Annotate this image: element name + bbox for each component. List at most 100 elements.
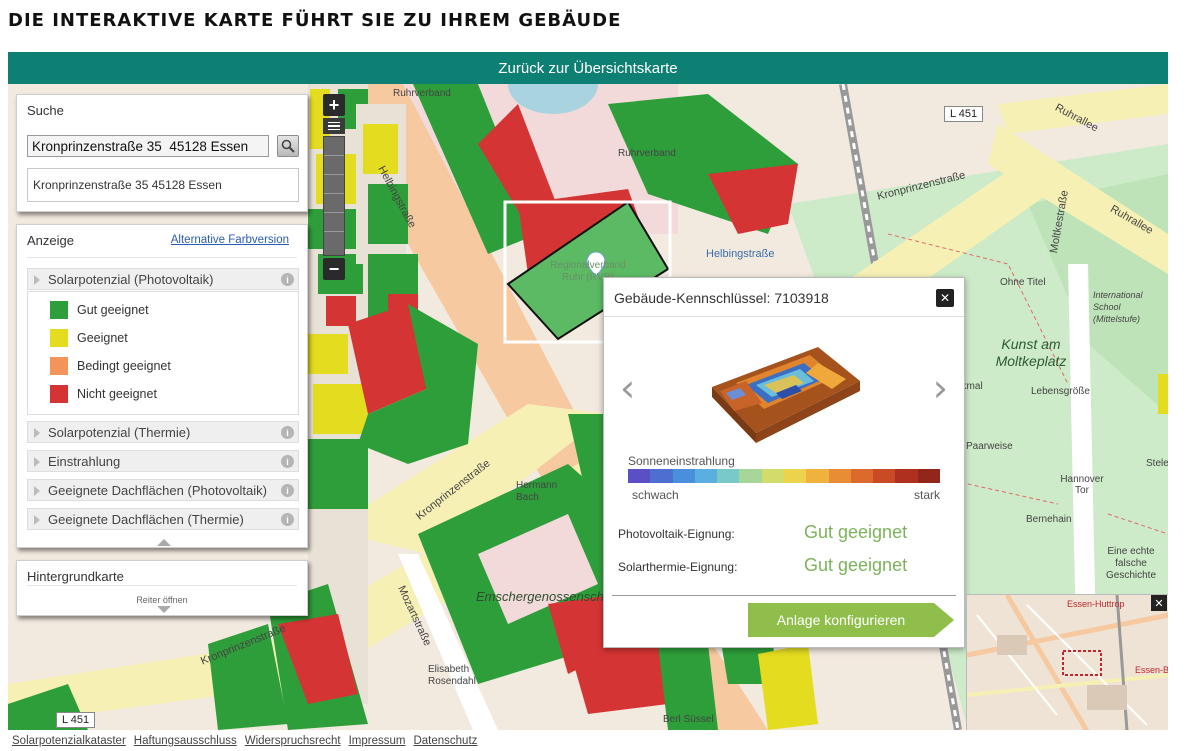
alternative-color-link[interactable]: Alternative Farbversion <box>171 234 289 246</box>
expand-arrow-icon <box>34 428 40 438</box>
close-icon[interactable]: ✕ <box>936 289 954 307</box>
close-minimap-icon[interactable]: ✕ <box>1151 595 1167 611</box>
map-label-eine-echte-falsche-geschichte: Eine echte falsche Geschichte <box>1105 546 1157 581</box>
map-label-bernehain: Bernehain <box>1026 514 1072 525</box>
layer-label: Solarpotenzial (Photovoltaik) <box>48 271 214 287</box>
search-input[interactable] <box>27 135 269 157</box>
collapse-up-icon[interactable] <box>157 539 171 546</box>
legend-label: Geeignet <box>77 331 128 345</box>
search-panel: Suche Kronprinzenstraße 35 45128 Essen <box>16 94 308 212</box>
expand-arrow-icon <box>34 486 40 496</box>
gradient-segment <box>850 469 874 483</box>
solar-thermal-suitability-value: Gut geeignet <box>804 555 908 575</box>
pv-suitability-label: Photovoltaik-Eignung: <box>618 527 735 541</box>
info-icon[interactable]: i <box>281 273 294 286</box>
page-title: DIE INTERAKTIVE KARTE FÜHRT SIE ZU IHREM… <box>8 10 622 31</box>
info-icon[interactable]: i <box>281 426 294 439</box>
gradient-segment <box>828 469 851 483</box>
gradient-segment <box>694 469 718 483</box>
building-info-popup: Gebäude-Kennschlüssel: 7103918 ✕ ‹ › Son… <box>603 277 965 648</box>
legend-swatch-yellow <box>50 329 68 347</box>
expand-arrow-icon <box>34 275 40 285</box>
footer-links: Solarpotenzialkataster Haftungsausschlus… <box>12 735 477 747</box>
expand-down-icon[interactable] <box>157 606 171 613</box>
layer-menu-icon[interactable] <box>323 118 345 134</box>
map-label-ruhrverband: Ruhrverband <box>618 148 676 159</box>
legend-swatch-red <box>50 385 68 403</box>
map-label-hannover-tor: Hannover Tor <box>1060 474 1104 496</box>
search-button[interactable] <box>277 135 299 157</box>
gradient-segment <box>873 469 896 483</box>
expand-arrow-icon <box>34 515 40 525</box>
gradient-segment <box>783 469 807 483</box>
gradient-segment <box>761 469 784 483</box>
configure-system-button[interactable]: Anlage konfigurieren <box>748 603 954 637</box>
gradient-segment <box>739 469 762 483</box>
gradient-segment <box>717 469 740 483</box>
gradient-segment <box>650 469 673 483</box>
info-icon[interactable]: i <box>281 484 294 497</box>
map-label-paarweise: Paarweise <box>966 441 1013 452</box>
gradient-segment <box>806 469 829 483</box>
layer-label: Geeignete Dachflächen (Photovoltaik) <box>48 482 267 498</box>
layer-solar-thermal[interactable]: Solarpotenzial (Thermie) i <box>27 421 299 443</box>
footer-link-datenschutz[interactable]: Datenschutz <box>413 735 477 747</box>
footer-link-widerspruchsrecht[interactable]: Widerspruchsrecht <box>245 735 341 747</box>
legend-label: Bedingt geeignet <box>77 359 171 373</box>
configure-system-label: Anlage konfigurieren <box>776 612 906 628</box>
layer-suitable-roofs-pv[interactable]: Geeignete Dachflächen (Photovoltaik) i <box>27 479 299 501</box>
legend-label: Gut geeignet <box>77 303 149 317</box>
minimap-label-essen-be: Essen-Be <box>1135 665 1168 675</box>
building-irradiation-3d-image <box>712 347 860 443</box>
search-result-item[interactable]: Kronprinzenstraße 35 45128 Essen <box>27 168 299 202</box>
map-canvas[interactable]: Ruhrverband Ruhrverband Helbingstraße He… <box>8 84 1168 730</box>
open-tab-link[interactable]: Reiter öffnen <box>17 595 307 605</box>
search-icon <box>281 139 295 153</box>
road-sign-l451: L 451 <box>944 106 984 122</box>
footer-link-impressum[interactable]: Impressum <box>349 735 406 747</box>
gradient-low-label: schwach <box>632 488 679 502</box>
zoom-slider[interactable] <box>323 136 345 256</box>
map-label-helbingstrasse: Helbingstraße <box>706 248 775 260</box>
footer-link-haftungsausschluss[interactable]: Haftungsausschluss <box>134 735 237 747</box>
info-icon[interactable]: i <box>281 513 294 526</box>
footer-link-solarpotenzialkataster[interactable]: Solarpotenzialkataster <box>12 735 126 747</box>
gradient-high-label: stark <box>913 488 940 502</box>
expand-arrow-icon <box>34 457 40 467</box>
zoom-in-button[interactable]: + <box>323 94 345 116</box>
back-to-overview-button[interactable]: Zurück zur Übersichtskarte <box>8 52 1168 84</box>
pv-suitability-value: Gut geeignet <box>804 522 908 542</box>
irradiation-gradient-bar <box>628 469 940 483</box>
layer-suitable-roofs-thermal[interactable]: Geeignete Dachflächen (Thermie) i <box>27 508 299 530</box>
chevron-right-icon[interactable]: › <box>933 366 948 410</box>
solar-thermal-suitability-label: Solarthermie-Eignung: <box>618 560 738 574</box>
map-label-lebensgrosse: Lebensgröße <box>1031 386 1090 397</box>
map-label-international-school: International School (Mittelstufe) <box>1093 290 1143 324</box>
info-icon[interactable]: i <box>281 455 294 468</box>
layer-irradiation[interactable]: Einstrahlung i <box>27 450 299 472</box>
layer-label: Solarpotenzial (Thermie) <box>48 424 191 440</box>
gradient-segment <box>917 469 940 483</box>
gradient-segment <box>628 469 651 483</box>
legend-item: Gut geeignet <box>50 301 149 319</box>
road-sign-l451: L 451 <box>56 712 96 728</box>
map-label-stele: Stele <box>1146 458 1168 469</box>
background-map-header: Hintergrundkarte <box>27 569 124 584</box>
map-label-ruhrverband: Ruhrverband <box>393 88 451 99</box>
overview-minimap[interactable]: Essen-Huttrop Essen-Be <box>966 594 1168 730</box>
map-label-ohne-titel: Ohne Titel <box>1000 277 1046 288</box>
map-label-elisabeth-rosendahl: Elisabeth Rosendahl <box>428 664 476 687</box>
legend-label: Nicht geeignet <box>77 387 157 401</box>
legend-swatch-orange <box>50 357 68 375</box>
popup-title: Gebäude-Kennschlüssel: 7103918 <box>614 290 829 306</box>
minimap-label-essen-huttrop: Essen-Huttrop <box>1067 599 1125 609</box>
layer-label: Geeignete Dachflächen (Thermie) <box>48 511 244 527</box>
chevron-left-icon[interactable]: ‹ <box>620 366 635 410</box>
zoom-out-button[interactable]: − <box>323 258 345 280</box>
background-map-panel: Hintergrundkarte Reiter öffnen <box>16 560 308 616</box>
search-header: Suche <box>27 103 64 118</box>
legend-item: Nicht geeignet <box>50 385 157 403</box>
legend-item: Geeignet <box>50 329 128 347</box>
layer-solar-pv[interactable]: Solarpotenzial (Photovoltaik) i <box>27 268 299 290</box>
legend-item: Bedingt geeignet <box>50 357 171 375</box>
